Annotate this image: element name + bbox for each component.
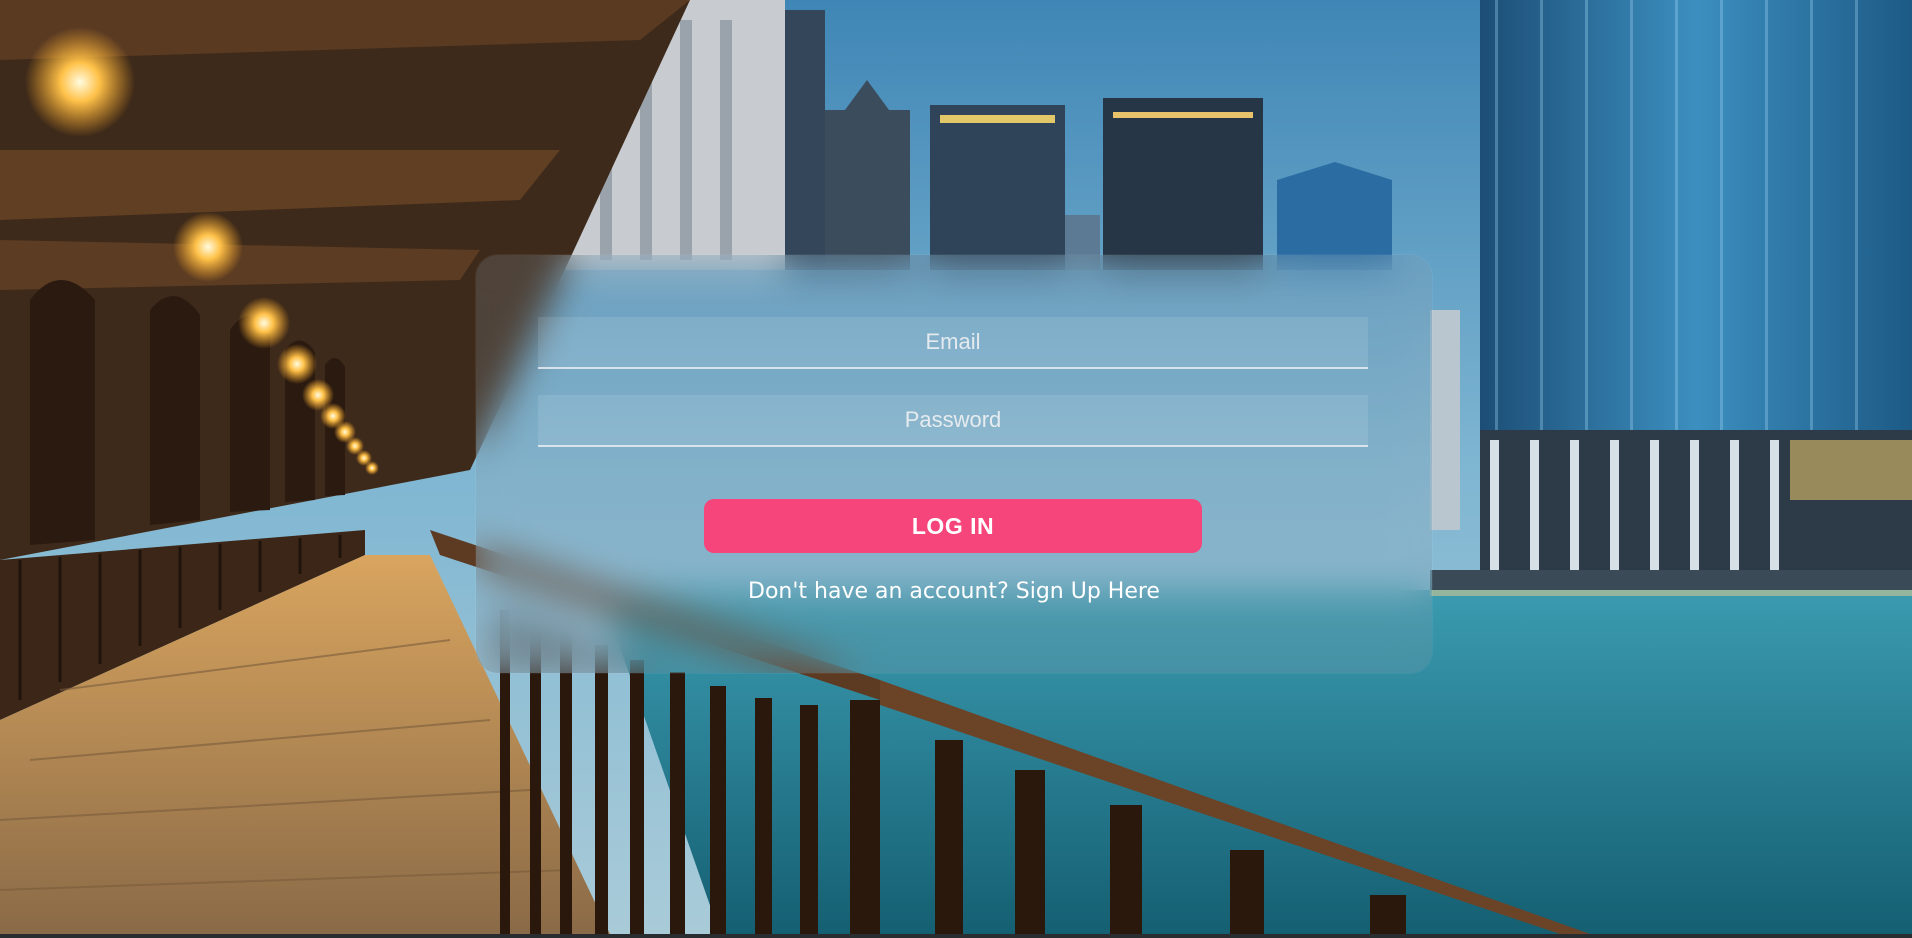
bottom-edge (0, 934, 1912, 938)
signup-link[interactable]: Sign Up Here (1016, 579, 1160, 604)
login-button[interactable]: LOG IN (704, 499, 1202, 553)
login-card: LOG IN Don't have an account? Sign Up He… (476, 255, 1432, 673)
signup-prompt-line: Don't have an account? Sign Up Here (476, 579, 1432, 604)
signup-prompt-text: Don't have an account? (748, 579, 1009, 604)
password-field[interactable] (538, 395, 1368, 447)
email-field[interactable] (538, 317, 1368, 369)
